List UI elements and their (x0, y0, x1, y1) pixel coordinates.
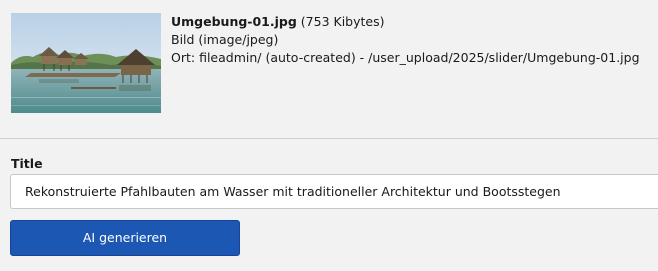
title-input[interactable] (10, 174, 658, 209)
file-location: Ort: fileadmin/ (auto-created) - /user_u… (171, 50, 640, 65)
file-header: Umgebung-01.jpg (753 Kibytes) Bild (imag… (0, 0, 658, 138)
file-size: (753 Kibytes) (300, 14, 385, 29)
file-type: Bild (image/jpeg) (171, 32, 279, 47)
file-info: Umgebung-01.jpg (753 Kibytes) Bild (imag… (171, 13, 640, 67)
file-name-line: Umgebung-01.jpg (753 Kibytes) (171, 13, 640, 31)
section-divider (0, 138, 658, 139)
file-name: Umgebung-01.jpg (171, 14, 297, 29)
ai-generate-button[interactable]: AI generieren (10, 220, 240, 256)
title-label: Title (11, 156, 43, 171)
file-thumbnail (11, 13, 161, 113)
